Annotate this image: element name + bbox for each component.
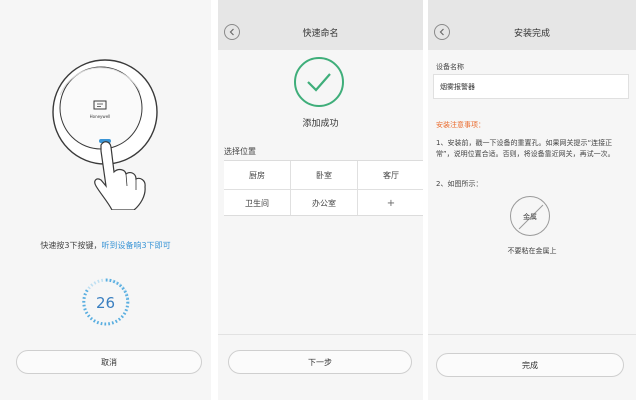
header-bar: 安装完成 — [428, 0, 636, 50]
cancel-button[interactable]: 取消 — [16, 350, 202, 374]
location-label: 选择位置 — [224, 147, 256, 156]
countdown-value: 26 — [95, 294, 116, 312]
notes-title: 安装注意事项： — [436, 121, 485, 129]
page-title: 安装完成 — [513, 29, 550, 39]
device-logo: Honeywell — [90, 114, 111, 119]
add-location-button[interactable]: + — [360, 189, 422, 217]
checkmark-icon — [307, 73, 331, 92]
install-complete-screen: 安装完成 设备名称 烟雾报警器 安装注意事项： 1、安装前，戳一下设备的重置孔。… — [428, 0, 636, 400]
success-message: 添加成功 — [302, 119, 339, 129]
device-name-label: 设备名称 — [436, 63, 464, 71]
screenshot-collage: Honeywell 快速按3下按键，听到设备响3下即可 26 取消 快速命名 添… — [0, 0, 640, 400]
metal-warning-caption: 不要粘在金属上 — [507, 247, 557, 255]
location-option[interactable]: 卫生间 — [226, 189, 288, 217]
no-metal-icon: 金属 — [510, 196, 550, 236]
location-grid: 厨房 卧室 客厅 卫生间 办公室 + — [224, 160, 423, 216]
next-button[interactable]: 下一步 — [228, 350, 412, 374]
press-instruction: 快速按3下按键，听到设备响3下即可 — [0, 240, 211, 251]
done-button[interactable]: 完成 — [436, 353, 624, 377]
header-bar: 快速命名 — [218, 0, 423, 50]
instruction-highlight: 听到设备响3下即可 — [101, 241, 171, 250]
install-note-2: 2、如图所示： — [436, 180, 483, 188]
instruction-text: 快速按3下按键， — [40, 241, 102, 250]
naming-screen: 快速命名 添加成功 选择位置 厨房 卧室 客厅 卫生间 办公室 + 下一步 — [218, 0, 423, 400]
pairing-screen: Honeywell 快速按3下按键，听到设备响3下即可 26 取消 — [0, 0, 211, 400]
success-badge — [294, 57, 344, 107]
location-option[interactable]: 客厅 — [360, 161, 422, 189]
install-note-1: 1、安装前，戳一下设备的重置孔。如果网关提示“连接正常”，说明位置合适。否则，将… — [436, 139, 615, 158]
location-option[interactable]: 厨房 — [226, 161, 288, 189]
metal-icon-label: 金属 — [523, 213, 537, 221]
location-option[interactable]: 卧室 — [293, 161, 355, 189]
location-option[interactable]: 办公室 — [293, 189, 355, 217]
device-name-input[interactable]: 烟雾报警器 — [433, 74, 629, 99]
page-title: 快速命名 — [302, 29, 339, 39]
device-press-illustration: Honeywell — [52, 59, 158, 210]
